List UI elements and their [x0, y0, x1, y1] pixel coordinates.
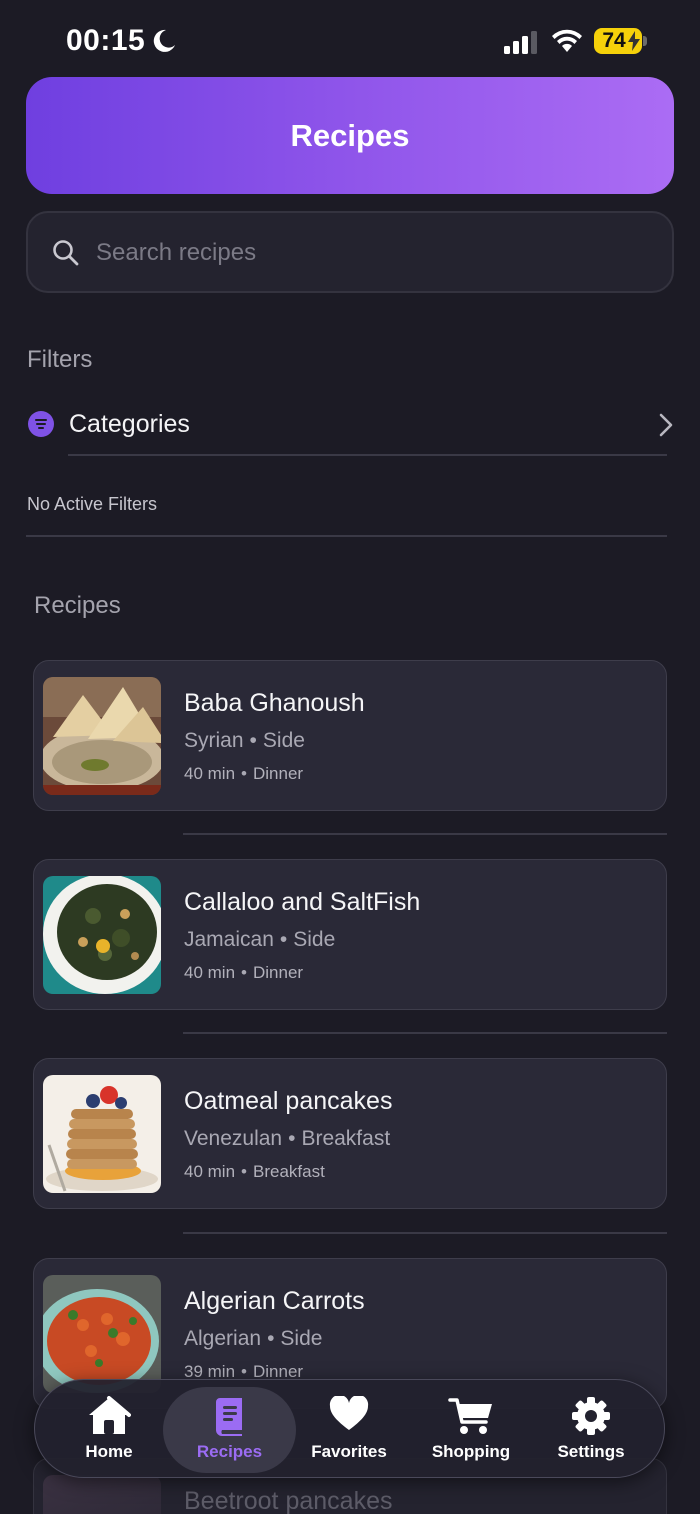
divider	[183, 1032, 667, 1034]
recipe-time-meal: 40 min • Breakfast	[184, 1162, 325, 1181]
recipe-cuisine-category: Algerian • Side	[184, 1327, 323, 1350]
heart-icon	[329, 1396, 369, 1430]
recipe-title: Oatmeal pancakes	[184, 1087, 393, 1115]
status-bar: 00:15 74	[0, 0, 700, 80]
tab-home[interactable]: Home	[49, 1380, 169, 1476]
status-time: 00:15	[66, 24, 146, 57]
recipe-title: Callaloo and SaltFish	[184, 888, 421, 916]
house-icon	[89, 1396, 131, 1434]
search-input[interactable]	[96, 231, 656, 275]
categories-row[interactable]: Categories	[26, 398, 674, 454]
recipe-thumbnail	[43, 1075, 161, 1193]
page-title: Recipes	[290, 117, 410, 153]
gear-icon	[572, 1397, 610, 1435]
recipe-title: Algerian Carrots	[184, 1287, 365, 1315]
header-banner: Recipes	[26, 77, 674, 194]
recipe-thumbnail	[43, 677, 161, 795]
recipes-section-label: Recipes	[34, 592, 121, 619]
filter-icon	[28, 411, 54, 437]
cart-icon	[448, 1398, 492, 1434]
cellular-signal-icon	[504, 31, 537, 54]
tab-settings-label: Settings	[557, 1442, 625, 1461]
search-bar[interactable]	[26, 211, 674, 293]
tab-shopping[interactable]: Shopping	[411, 1380, 531, 1476]
filters-section-label: Filters	[27, 346, 93, 373]
tab-home-label: Home	[85, 1442, 133, 1461]
moon-icon	[153, 29, 175, 52]
recipe-card[interactable]: Callaloo and SaltFish Jamaican • Side 40 m…	[33, 859, 667, 1010]
divider	[183, 833, 667, 835]
battery-indicator: 74	[594, 28, 648, 54]
active-filters-text: No Active Filters	[27, 494, 158, 514]
recipe-card[interactable]: Baba Ghanoush Syrian • Side 40 min • Dinner	[33, 660, 667, 811]
divider	[26, 535, 667, 537]
search-icon	[53, 240, 79, 266]
tab-settings[interactable]: Settings	[531, 1380, 651, 1476]
tab-favorites-label: Favorites	[311, 1442, 387, 1461]
book-icon	[215, 1398, 242, 1436]
recipe-cuisine-category: Syrian • Side	[184, 729, 305, 752]
recipe-card[interactable]: Oatmeal pancakes Venezulan • Breakfast 40 …	[33, 1058, 667, 1209]
tab-shopping-label: Shopping	[431, 1442, 511, 1461]
recipe-thumbnail	[43, 1275, 161, 1393]
charging-bolt-icon	[628, 31, 640, 51]
recipe-cuisine-category: Jamaican • Side	[184, 928, 336, 951]
categories-label: Categories	[69, 410, 190, 438]
recipe-thumbnail	[43, 1475, 161, 1514]
recipe-title: Baba Ghanoush	[184, 689, 365, 717]
wifi-icon	[552, 29, 582, 52]
recipe-time-meal: 40 min • Dinner	[184, 764, 304, 783]
tab-recipes-label: Recipes	[196, 1442, 263, 1461]
divider	[183, 1232, 667, 1234]
recipe-time-meal: 40 min • Dinner	[184, 963, 304, 982]
tab-bar: Home Recipes Favorites Shopping Settings	[34, 1379, 665, 1478]
recipe-thumbnail	[43, 876, 161, 994]
divider	[68, 454, 667, 456]
recipe-title: Beetroot pancakes	[184, 1487, 393, 1514]
tab-favorites[interactable]: Favorites	[289, 1380, 409, 1476]
tab-recipes[interactable]: Recipes	[163, 1387, 296, 1473]
recipe-cuisine-category: Venezulan • Breakfast	[184, 1127, 391, 1150]
chevron-right-icon	[659, 413, 673, 437]
